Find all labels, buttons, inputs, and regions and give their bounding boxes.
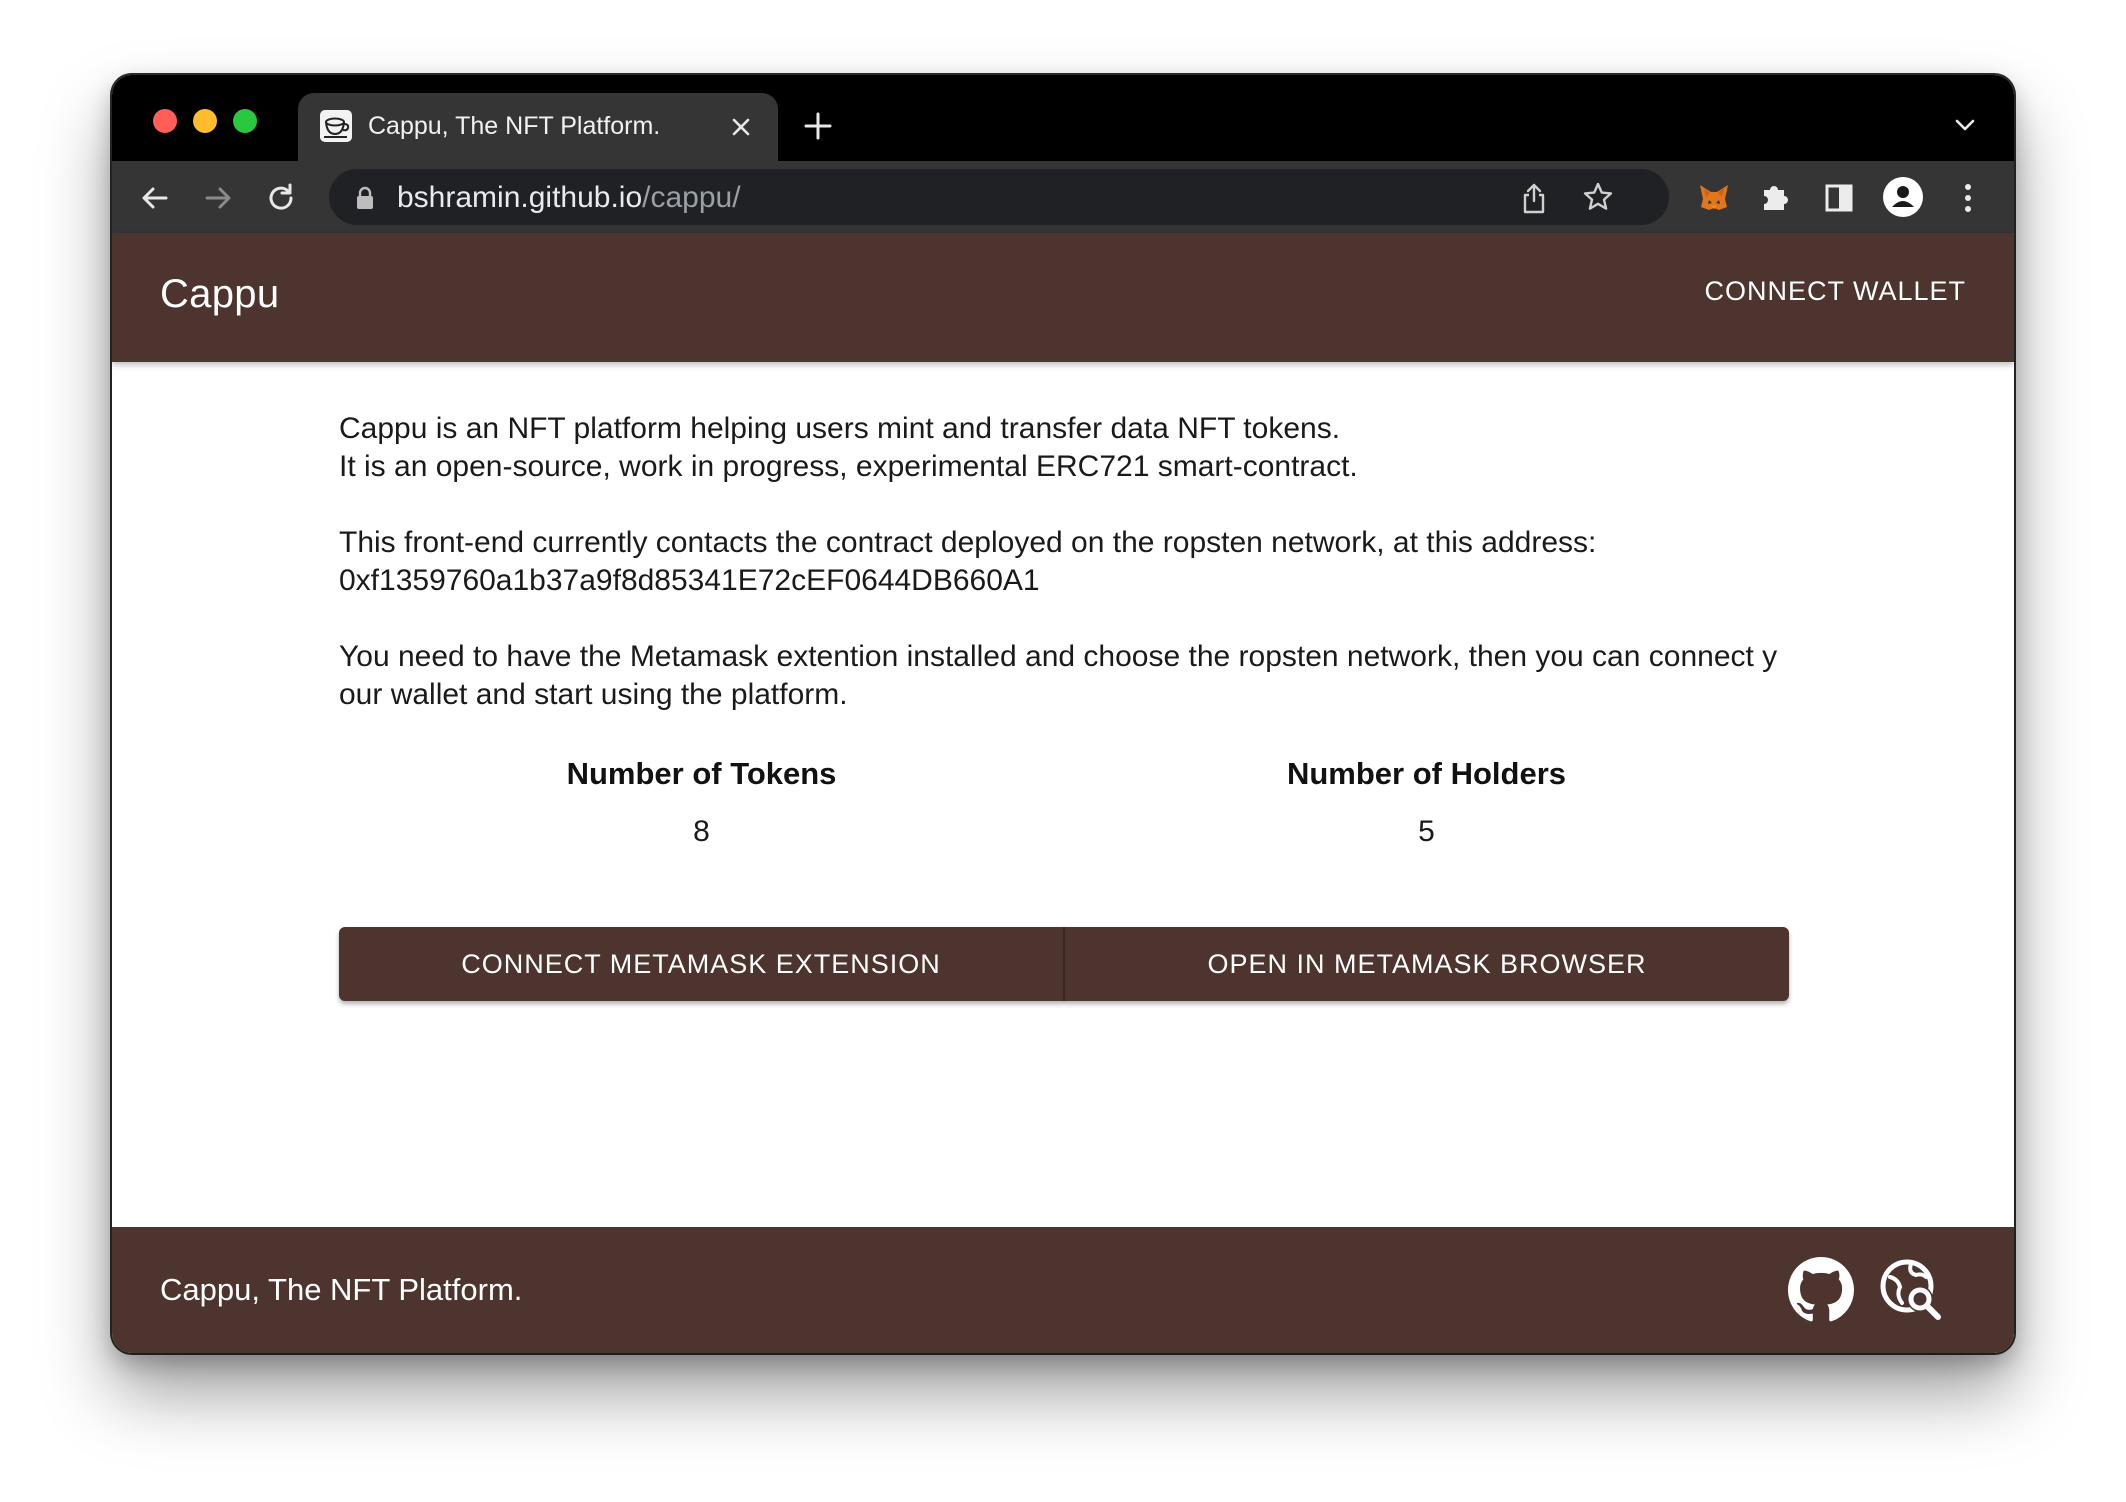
metamask-fox-icon[interactable]	[1696, 179, 1732, 215]
connect-wallet-button[interactable]: CONNECT WALLET	[1704, 276, 1966, 307]
url-path: /cappu/	[642, 181, 741, 214]
tab-title: Cappu, The NFT Platform.	[368, 112, 661, 140]
close-window-button[interactable]	[153, 109, 177, 133]
globe-search-icon[interactable]	[1878, 1257, 1944, 1323]
lock-icon[interactable]	[355, 186, 375, 210]
connect-metamask-extension-button[interactable]: CONNECT METAMASK EXTENSION	[339, 927, 1063, 1001]
stat-holders: Number of Holders 5	[1064, 754, 1789, 852]
stat-tokens: Number of Tokens 8	[339, 754, 1064, 852]
app-header: Cappu CONNECT WALLET	[112, 233, 2014, 362]
stat-label: Number of Holders	[1286, 756, 1567, 791]
address-bar[interactable]: bshramin.github.io/cappu/	[329, 169, 1669, 225]
plus-icon[interactable]	[803, 111, 833, 141]
close-icon[interactable]	[726, 112, 756, 142]
stat-label: Number of Tokens	[566, 756, 837, 791]
intro-line: You need to have the Metamask extention …	[339, 640, 1778, 711]
contract-address: 0xf1359760a1b37a9f8d85341E72cEF0644DB660…	[339, 564, 1040, 597]
browser-window: Cappu, The NFT Platform. bshramin.github…	[112, 75, 2014, 1353]
url-host: bshramin.github.io	[397, 181, 643, 214]
arrow-left-icon[interactable]	[138, 181, 172, 215]
stat-value: 8	[693, 815, 710, 848]
stats-panel: Number of Tokens 8 Number of Holders 5	[339, 754, 1789, 874]
chevron-down-icon[interactable]	[1952, 115, 1978, 135]
reload-icon[interactable]	[264, 181, 298, 215]
star-icon[interactable]	[1581, 180, 1615, 214]
action-button-group: CONNECT METAMASK EXTENSION OPEN IN METAM…	[339, 927, 1789, 1001]
brand-title[interactable]: Cappu	[160, 272, 279, 317]
main-content: Cappu is an NFT platform helping users m…	[339, 362, 1789, 1001]
intro-text: Cappu is an NFT platform helping users m…	[339, 410, 1789, 714]
profile-avatar-icon[interactable]	[1882, 176, 1924, 218]
open-in-metamask-browser-button[interactable]: OPEN IN METAMASK BROWSER	[1063, 927, 1789, 1001]
cappu-favicon-icon	[320, 110, 352, 142]
github-icon[interactable]	[1788, 1257, 1854, 1323]
arrow-right-icon[interactable]	[201, 181, 235, 215]
intro-line: It is an open-source, work in progress, …	[339, 450, 1358, 483]
minimize-window-button[interactable]	[193, 109, 217, 133]
footer-text: Cappu, The NFT Platform.	[160, 1272, 523, 1307]
stat-value: 5	[1418, 815, 1435, 848]
side-panel-icon[interactable]	[1822, 181, 1856, 215]
puzzle-piece-icon[interactable]	[1758, 180, 1792, 214]
app-footer: Cappu, The NFT Platform.	[112, 1227, 2014, 1353]
share-icon[interactable]	[1519, 181, 1549, 215]
tab-cappu[interactable]: Cappu, The NFT Platform.	[298, 93, 778, 161]
intro-line: This front-end currently contacts the co…	[339, 526, 1597, 559]
maximize-window-button[interactable]	[233, 109, 257, 133]
browser-toolbar: bshramin.github.io/cappu/	[112, 161, 2014, 233]
kebab-menu-icon[interactable]	[1958, 181, 1978, 215]
tab-strip: Cappu, The NFT Platform.	[112, 75, 2014, 161]
url-text[interactable]: bshramin.github.io/cappu/	[397, 181, 741, 215]
intro-line: Cappu is an NFT platform helping users m…	[339, 412, 1341, 445]
